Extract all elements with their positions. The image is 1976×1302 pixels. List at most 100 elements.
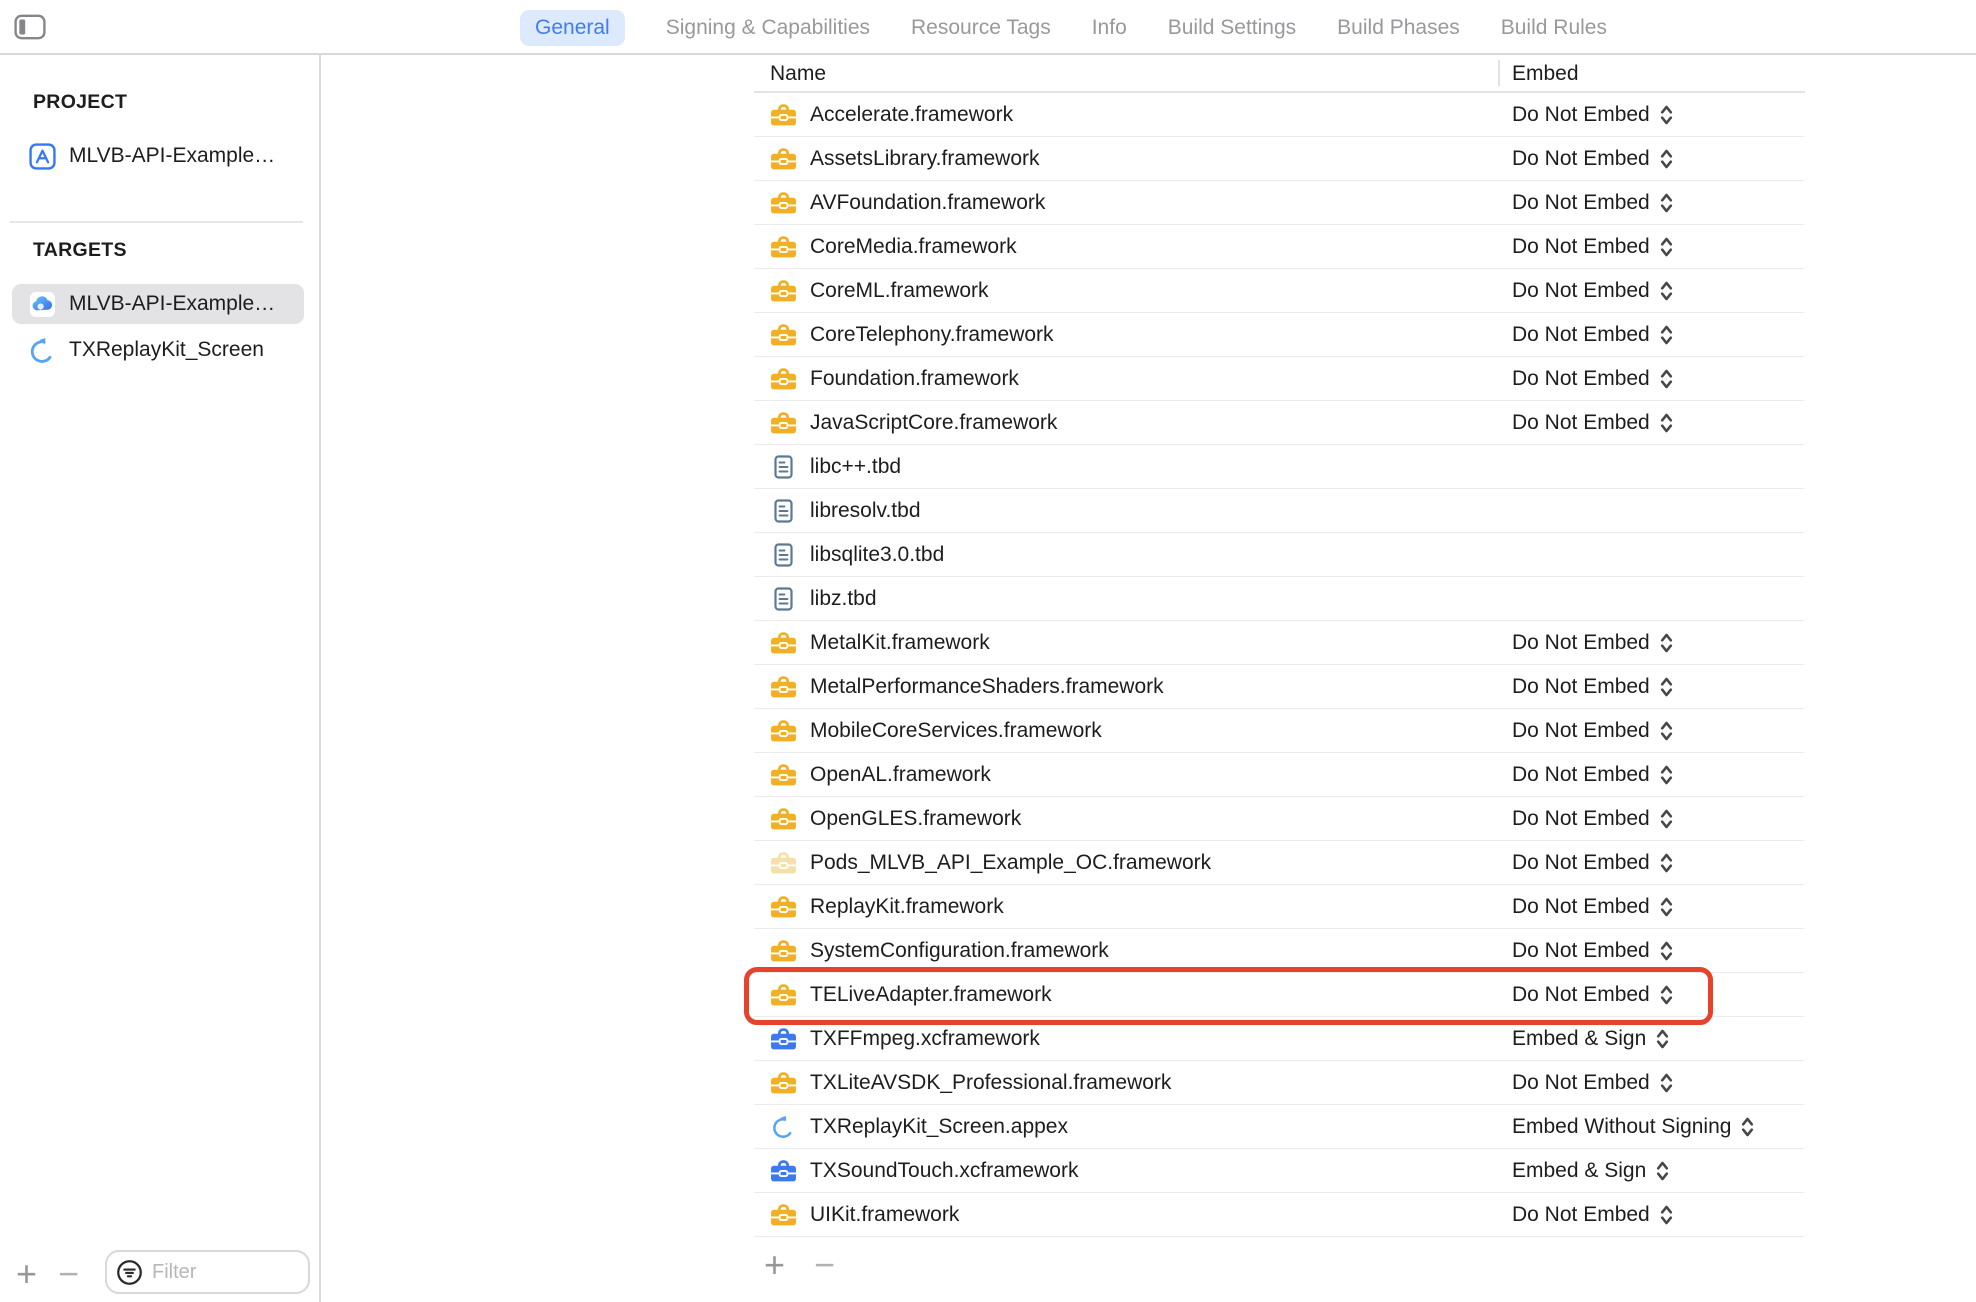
table-row[interactable]: TXReplayKit_Screen.appexEmbed Without Si…: [754, 1105, 1805, 1149]
table-row[interactable]: UIKit.frameworkDo Not Embed: [754, 1193, 1805, 1237]
sidebar-item-target-mlvb-api-example[interactable]: MLVB-API-Example…: [12, 284, 304, 324]
table-row[interactable]: MetalKit.frameworkDo Not Embed: [754, 621, 1805, 665]
tab-general[interactable]: General: [520, 10, 625, 46]
tab-build-settings[interactable]: Build Settings: [1168, 10, 1296, 46]
embed-dropdown[interactable]: Do Not Embed: [1512, 410, 1674, 436]
framework-yellow-icon: [770, 719, 797, 743]
embed-value: Do Not Embed: [1512, 939, 1650, 963]
framework-yellow-icon: [770, 323, 797, 347]
embed-dropdown[interactable]: Do Not Embed: [1512, 938, 1674, 964]
embed-dropdown[interactable]: Do Not Embed: [1512, 718, 1674, 744]
tab-bar: General Signing & Capabilities Resource Ta…: [520, 0, 1607, 55]
table-row[interactable]: JavaScriptCore.framework Do Not Embed: [754, 401, 1805, 445]
table-row[interactable]: TXSoundTouch.xcframeworkEmbed & Sign: [754, 1149, 1805, 1193]
table-row[interactable]: Pods_MLVB_API_Example_OC.framework Do Not…: [754, 841, 1805, 885]
embed-dropdown[interactable]: Do Not Embed: [1512, 894, 1674, 920]
tab-info[interactable]: Info: [1092, 10, 1127, 46]
filter-input[interactable]: [152, 1261, 282, 1284]
framework-name: CoreML.framework: [810, 279, 989, 303]
embed-dropdown[interactable]: Embed & Sign: [1512, 1026, 1670, 1052]
targets-section-label: TARGETS: [33, 239, 127, 262]
embed-value: Do Not Embed: [1512, 719, 1650, 743]
table-row[interactable]: libresolv.tbd: [754, 489, 1805, 533]
embed-dropdown[interactable]: Do Not Embed: [1512, 102, 1674, 128]
framework-name: AVFoundation.framework: [810, 191, 1045, 215]
table-row[interactable]: AssetsLibrary.frameworkDo Not Embed: [754, 137, 1805, 181]
table-row[interactable]: TXFFmpeg.xcframework Embed & Sign: [754, 1017, 1805, 1061]
table-row[interactable]: Accelerate.frameworkDo Not Embed: [754, 93, 1805, 137]
toolbar: General Signing & Capabilities Resource Ta…: [0, 0, 1976, 55]
project-section-label: PROJECT: [33, 91, 127, 114]
framework-name: MobileCoreServices.framework: [810, 719, 1102, 743]
embed-dropdown[interactable]: Do Not Embed: [1512, 1202, 1674, 1228]
add-framework-button[interactable]: +: [764, 1237, 785, 1293]
tab-build-rules[interactable]: Build Rules: [1501, 10, 1607, 46]
framework-name: TXFFmpeg.xcframework: [810, 1027, 1040, 1051]
table-row[interactable]: MobileCoreServices.framework Do Not Embed: [754, 709, 1805, 753]
embed-dropdown[interactable]: Do Not Embed: [1512, 366, 1674, 392]
add-target-button[interactable]: +: [16, 1246, 37, 1302]
tab-signing-capabilities[interactable]: Signing & Capabilities: [666, 10, 870, 46]
cloud-target-icon: [29, 291, 56, 318]
stepper-icon: [1659, 850, 1674, 876]
embed-dropdown[interactable]: Do Not Embed: [1512, 850, 1674, 876]
tab-resource-tags[interactable]: Resource Tags: [911, 10, 1051, 46]
table-row[interactable]: libz.tbd: [754, 577, 1805, 621]
table-row[interactable]: libc++.tbd: [754, 445, 1805, 489]
embed-dropdown[interactable]: Do Not Embed: [1512, 806, 1674, 832]
table-row[interactable]: AVFoundation.framework Do Not Embed: [754, 181, 1805, 225]
embed-dropdown[interactable]: Do Not Embed: [1512, 1070, 1674, 1096]
embed-value: Embed & Sign: [1512, 1027, 1646, 1051]
table-row[interactable]: ReplayKit.frameworkDo Not Embed: [754, 885, 1805, 929]
frameworks-table: Name Embed Accelerate.frameworkDo Not Em…: [754, 55, 1805, 1293]
tab-build-phases[interactable]: Build Phases: [1337, 10, 1460, 46]
filter-field[interactable]: [105, 1250, 310, 1294]
remove-target-button[interactable]: −: [58, 1246, 79, 1302]
embed-dropdown[interactable]: Embed Without Signing: [1512, 1114, 1755, 1140]
table-row[interactable]: TXLiteAVSDK_Professional.frameworkDo Not…: [754, 1061, 1805, 1105]
embed-value: Do Not Embed: [1512, 367, 1650, 391]
sidebar-item-project[interactable]: MLVB-API-Example…: [12, 136, 304, 176]
embed-dropdown[interactable]: Do Not Embed: [1512, 146, 1674, 172]
sidebar-item-target-txreplaykit-screen[interactable]: TXReplayKit_Screen: [12, 330, 304, 370]
stepper-icon: [1659, 102, 1674, 128]
target-item-label: MLVB-API-Example…: [69, 292, 275, 316]
embed-dropdown[interactable]: Do Not Embed: [1512, 982, 1674, 1008]
table-row[interactable]: TELiveAdapter.frameworkDo Not Embed: [754, 973, 1805, 1017]
table-row[interactable]: CoreML.framework Do Not Embed: [754, 269, 1805, 313]
framework-yellow-icon: [770, 895, 797, 919]
embed-dropdown[interactable]: Do Not Embed: [1512, 674, 1674, 700]
table-row[interactable]: MetalPerformanceShaders.frameworkDo Not …: [754, 665, 1805, 709]
stepper-icon: [1659, 982, 1674, 1008]
table-row[interactable]: OpenGLES.frameworkDo Not Embed: [754, 797, 1805, 841]
embed-dropdown[interactable]: Do Not Embed: [1512, 630, 1674, 656]
embed-dropdown[interactable]: Do Not Embed: [1512, 762, 1674, 788]
framework-name: Foundation.framework: [810, 367, 1019, 391]
embed-dropdown[interactable]: Do Not Embed: [1512, 190, 1674, 216]
table-row[interactable]: libsqlite3.0.tbd: [754, 533, 1805, 577]
table-row[interactable]: OpenAL.frameworkDo Not Embed: [754, 753, 1805, 797]
embed-value: Do Not Embed: [1512, 1203, 1650, 1227]
target-item-label: TXReplayKit_Screen: [69, 338, 264, 362]
embed-dropdown[interactable]: Embed & Sign: [1512, 1158, 1670, 1184]
framework-yellow-icon: [770, 631, 797, 655]
xcode-project-icon: [29, 143, 56, 170]
framework-name: Pods_MLVB_API_Example_OC.framework: [810, 851, 1211, 875]
table-row[interactable]: CoreTelephony.frameworkDo Not Embed: [754, 313, 1805, 357]
embed-value: Embed & Sign: [1512, 1159, 1646, 1183]
table-row[interactable]: SystemConfiguration.frameworkDo Not Embe…: [754, 929, 1805, 973]
stepper-icon: [1659, 938, 1674, 964]
embed-dropdown[interactable]: Do Not Embed: [1512, 322, 1674, 348]
framework-yellow-icon: [770, 103, 797, 127]
table-row[interactable]: CoreMedia.frameworkDo Not Embed: [754, 225, 1805, 269]
column-divider[interactable]: [1498, 60, 1500, 86]
table-row[interactable]: Foundation.framework Do Not Embed: [754, 357, 1805, 401]
remove-framework-button[interactable]: −: [814, 1237, 835, 1293]
name-column-header: Name: [770, 62, 826, 86]
embed-dropdown[interactable]: Do Not Embed: [1512, 234, 1674, 260]
embed-dropdown[interactable]: Do Not Embed: [1512, 278, 1674, 304]
embed-value: Do Not Embed: [1512, 763, 1650, 787]
table-header: Name Embed: [754, 55, 1805, 93]
framework-name: JavaScriptCore.framework: [810, 411, 1057, 435]
sidebar-toggle-button[interactable]: [14, 14, 46, 40]
